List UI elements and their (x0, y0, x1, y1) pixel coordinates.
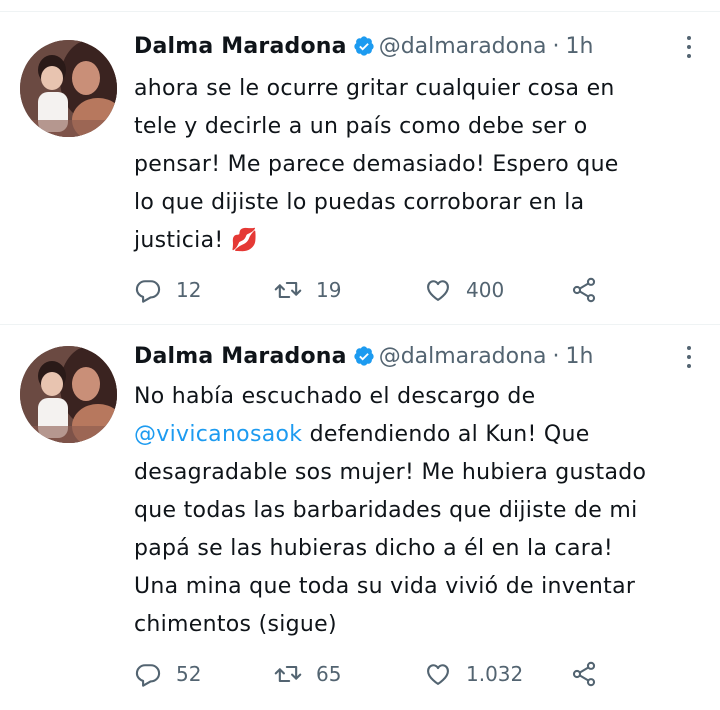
reply-count: 12 (176, 278, 202, 302)
separator-dot: · (552, 34, 560, 59)
author-handle[interactable]: @dalmaradona (379, 34, 547, 59)
like-button[interactable]: 400 (424, 275, 504, 305)
share-icon (572, 277, 596, 303)
more-options-icon[interactable] (684, 346, 694, 372)
reply-icon (135, 280, 161, 303)
like-icon (427, 664, 449, 685)
tweet-text: ahora se le ocurre gritar cualquier cosa… (134, 70, 704, 260)
share-button[interactable] (570, 659, 598, 689)
more-options-icon[interactable] (684, 36, 694, 62)
verified-badge-icon (354, 36, 374, 56)
timestamp[interactable]: 1h (566, 34, 594, 59)
text-line: justicia! (134, 228, 224, 253)
share-button[interactable] (570, 275, 598, 305)
like-button[interactable]: 1.032 (424, 659, 523, 689)
retweet-count: 19 (316, 278, 342, 302)
like-count: 400 (466, 278, 505, 302)
author-name[interactable]: Dalma Maradona (134, 344, 347, 369)
text-line: No había escuchado el descargo de (134, 384, 536, 409)
retweet-icon (274, 665, 302, 683)
avatar[interactable] (20, 40, 117, 137)
share-icon (572, 661, 596, 687)
author-name[interactable]: Dalma Maradona (134, 34, 347, 59)
like-icon (427, 280, 449, 301)
retweet-count: 65 (316, 662, 342, 686)
text-line: tele y decirle a un país como debe ser o (134, 114, 588, 139)
reply-count: 52 (176, 662, 202, 686)
text-line: ahora se le ocurre gritar cualquier cosa… (134, 76, 615, 101)
mention-link[interactable]: @vivicanosaok (134, 422, 302, 447)
tweet-text: No había escuchado el descargo de @vivic… (134, 378, 704, 644)
timestamp[interactable]: 1h (566, 344, 594, 369)
retweet-icon (274, 281, 302, 299)
reply-icon (135, 664, 161, 687)
like-count: 1.032 (466, 662, 524, 686)
kiss-mark-emoji: 💋 (230, 228, 259, 253)
verified-badge-icon (354, 346, 374, 366)
text-body: desagradable sos mujer! Me hubiera gusta… (134, 460, 647, 637)
text-line: defendiendo al Kun! Que (302, 422, 590, 447)
avatar-photo (20, 40, 117, 137)
tweet-actions: 12 19 400 (134, 275, 604, 305)
retweet-button[interactable]: 65 (274, 659, 341, 689)
tweet[interactable]: Dalma Maradona @dalmaradona · 1h ahora se l… (0, 12, 720, 324)
tweet-header: Dalma Maradona @dalmaradona · 1h (134, 32, 594, 62)
retweet-button[interactable]: 19 (274, 275, 341, 305)
author-handle[interactable]: @dalmaradona (379, 344, 547, 369)
tweet-header: Dalma Maradona @dalmaradona · 1h (134, 342, 594, 372)
tweet-actions: 52 65 1.032 (134, 659, 604, 689)
avatar-photo (20, 346, 117, 443)
reply-button[interactable]: 52 (134, 659, 201, 689)
tweet[interactable]: Dalma Maradona @dalmaradona · 1h No había e… (0, 324, 720, 710)
separator-dot: · (552, 344, 560, 369)
reply-button[interactable]: 12 (134, 275, 201, 305)
text-line: lo que dijiste lo puedas corroborar en l… (134, 190, 585, 215)
avatar[interactable] (20, 346, 117, 443)
text-line: pensar! Me parece demasiado! Espero que (134, 152, 619, 177)
